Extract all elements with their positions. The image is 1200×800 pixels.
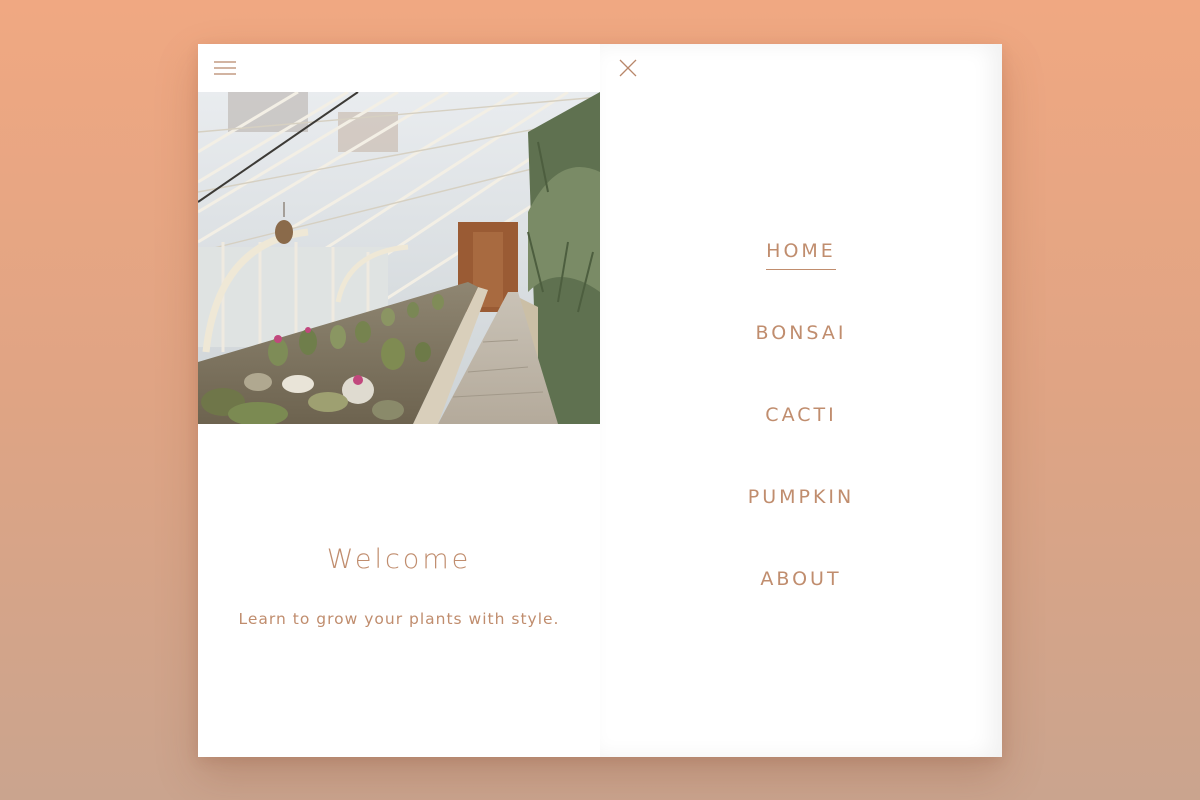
nav-link-about[interactable]: ABOUT bbox=[760, 568, 841, 597]
nav-link-pumpkin[interactable]: PUMPKIN bbox=[748, 486, 855, 515]
nav-link-bonsai[interactable]: BONSAI bbox=[756, 322, 847, 351]
nav-item-about: ABOUT bbox=[600, 568, 1002, 650]
nav-item-pumpkin: PUMPKIN bbox=[600, 486, 1002, 568]
nav-item-bonsai: BONSAI bbox=[600, 322, 1002, 404]
hamburger-menu-icon bbox=[214, 61, 236, 75]
welcome-title: Welcome bbox=[326, 544, 472, 575]
app-mockup: Welcome Learn to grow your plants with s… bbox=[198, 44, 1002, 757]
nav-item-home: HOME bbox=[600, 240, 1002, 322]
nav-item-cacti: CACTI bbox=[600, 404, 1002, 486]
nav-link-cacti[interactable]: CACTI bbox=[765, 404, 836, 433]
greenhouse-hero-image bbox=[198, 92, 600, 424]
hamburger-menu-button[interactable] bbox=[212, 57, 238, 79]
main-nav: HOME BONSAI CACTI PUMPKIN ABOUT bbox=[600, 240, 1002, 650]
welcome-subtitle: Learn to grow your plants with style. bbox=[238, 610, 560, 628]
menu-screen: HOME BONSAI CACTI PUMPKIN ABOUT bbox=[600, 44, 1002, 757]
nav-link-home[interactable]: HOME bbox=[766, 240, 836, 270]
close-x-icon bbox=[619, 59, 637, 77]
close-menu-button[interactable] bbox=[616, 56, 640, 80]
home-screen: Welcome Learn to grow your plants with s… bbox=[198, 44, 600, 757]
